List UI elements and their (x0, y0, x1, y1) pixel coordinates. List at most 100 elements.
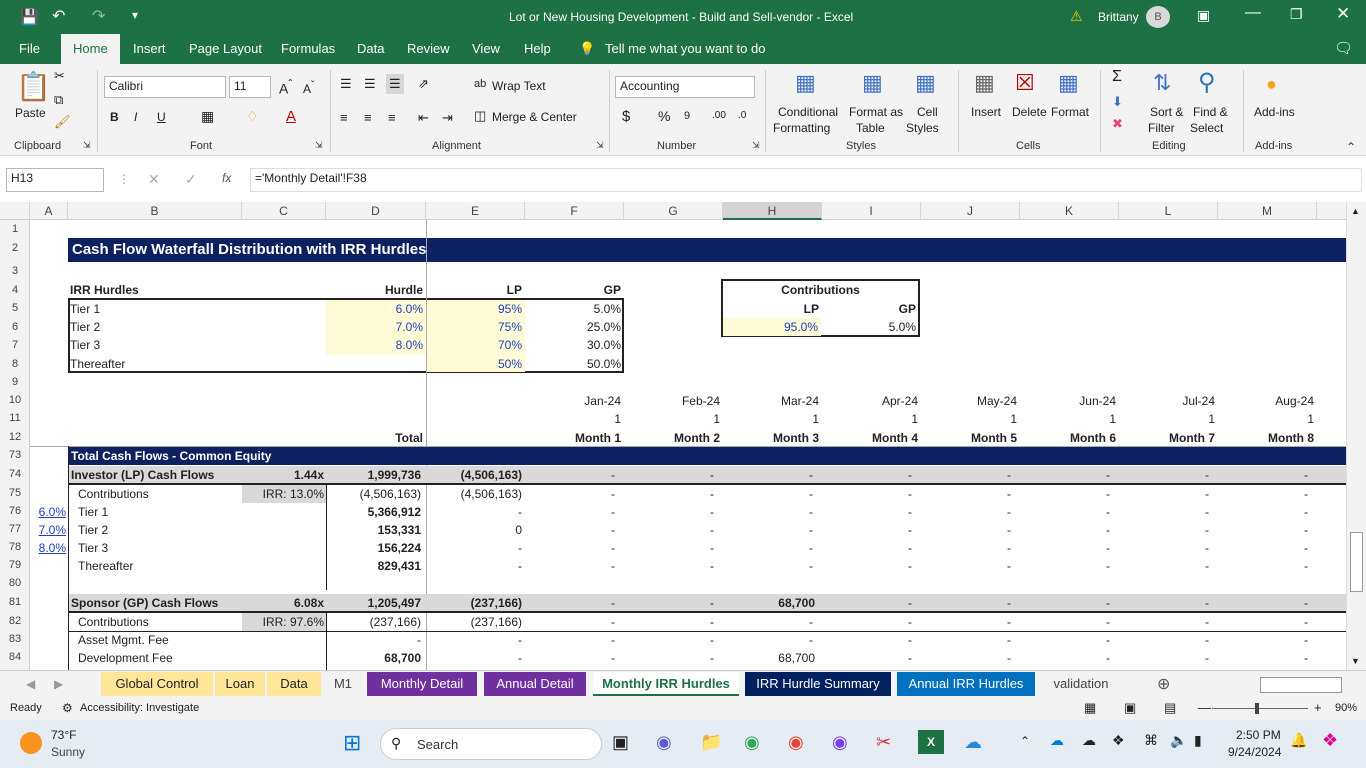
row-header[interactable]: 75 (0, 487, 30, 499)
gp-row-month[interactable]: - (624, 631, 714, 649)
task-view-icon[interactable]: ▣ (612, 732, 629, 753)
lp-row-e[interactable]: - (426, 557, 522, 575)
row-header[interactable]: 80 (0, 577, 30, 589)
gp-row-label[interactable]: Development Fee (78, 649, 173, 667)
gp-row-month[interactable]: - (1020, 649, 1110, 667)
column-header[interactable]: D (326, 202, 426, 220)
hurdle-rate[interactable]: 7.0% (326, 318, 423, 336)
lp-row-month[interactable]: - (822, 503, 912, 521)
middle-align-icon[interactable]: ☰ (364, 76, 376, 92)
battery-icon[interactable]: ▮ (1194, 732, 1202, 749)
lp-row-month[interactable]: - (822, 557, 912, 575)
sort-filter-icon[interactable]: ⇅ (1153, 70, 1171, 96)
month-flag[interactable]: 1 (1218, 410, 1314, 428)
lp-row-month[interactable]: - (1020, 557, 1110, 575)
lp-row-month[interactable]: - (525, 521, 615, 539)
clock-time[interactable]: 2:50 PM (1236, 728, 1281, 742)
gp-row-label[interactable]: Asset Mgmt. Fee (78, 631, 169, 649)
paste-button[interactable]: Paste (15, 106, 46, 120)
column-header[interactable]: C (242, 202, 326, 220)
collapse-ribbon-icon[interactable]: ⌃ (1346, 140, 1356, 154)
gp-row-month[interactable]: - (921, 613, 1011, 631)
lp-row-e[interactable]: (4,506,163) (426, 485, 522, 503)
cancel-icon[interactable]: ✕ (148, 171, 160, 188)
tab-irr-hurdle-summary[interactable]: IRR Hurdle Summary (745, 672, 891, 696)
lp-row-month[interactable]: - (921, 521, 1011, 539)
gp-month[interactable]: - (1119, 594, 1209, 612)
currency-icon[interactable]: $ (622, 108, 630, 125)
gp-row-month[interactable]: - (1119, 613, 1209, 631)
row-header[interactable]: 77 (0, 523, 30, 535)
column-header[interactable]: F (525, 202, 624, 220)
lp-row-month[interactable]: - (525, 485, 615, 503)
row-header[interactable]: 12 (0, 431, 30, 443)
ribbon-display-icon[interactable]: ▣ (1197, 7, 1210, 24)
lp-row-month[interactable]: - (723, 539, 813, 557)
find-select-button[interactable]: Find & (1193, 105, 1228, 119)
cell-styles-label[interactable]: Styles (906, 121, 939, 135)
lp-month[interactable]: - (1218, 466, 1308, 484)
lp-row-month[interactable]: - (1020, 539, 1110, 557)
gp-row-month[interactable]: - (1218, 613, 1308, 631)
lp-month[interactable]: - (1020, 466, 1110, 484)
gp-row-month[interactable]: - (1119, 649, 1209, 667)
month-flag[interactable]: 1 (1119, 410, 1215, 428)
gp-row-month[interactable]: - (1119, 631, 1209, 649)
lp-total[interactable]: 1,999,736 (326, 466, 421, 484)
lp-row-month[interactable]: - (1020, 485, 1110, 503)
weather-icon[interactable] (20, 732, 42, 754)
fill-icon[interactable]: ⬇ (1112, 94, 1123, 110)
scroll-thumb[interactable] (1350, 532, 1363, 592)
font-size-select[interactable]: 11 (229, 76, 271, 98)
menu-data[interactable]: Data (357, 41, 384, 56)
row-header[interactable]: 10 (0, 394, 30, 406)
cloud-icon[interactable]: ☁ (1082, 732, 1096, 749)
clock-date[interactable]: 9/24/2024 (1228, 745, 1281, 759)
gp-month[interactable]: - (822, 594, 912, 612)
month-date[interactable]: Feb-24 (624, 392, 720, 410)
hurdle-gp[interactable]: 30.0% (525, 336, 621, 354)
hurdle-tier[interactable]: Tier 2 (70, 318, 100, 336)
add-sheet-icon[interactable]: ⊕ (1157, 674, 1170, 694)
tab-data[interactable]: Data (267, 672, 321, 696)
row-header[interactable]: 84 (0, 651, 30, 663)
lp-row-month[interactable]: - (1020, 521, 1110, 539)
format-painter-icon[interactable]: 🖌 (54, 114, 71, 130)
gp-row-month[interactable]: 68,700 (723, 649, 815, 667)
decrease-indent-icon[interactable]: ⇤ (418, 110, 429, 126)
delete-cells-icon[interactable]: ☒ (1015, 70, 1035, 96)
fill-color-icon[interactable]: ♢ (246, 108, 259, 125)
lp-row-total[interactable]: 5,366,912 (326, 503, 421, 521)
row-header[interactable]: 74 (0, 468, 30, 480)
column-header[interactable]: E (426, 202, 525, 220)
name-box[interactable]: H13 (6, 168, 104, 192)
align-right-icon[interactable]: ≡ (388, 110, 396, 125)
increase-font-icon[interactable]: Aˆ (279, 78, 292, 97)
lp-row-month[interactable]: - (1119, 485, 1209, 503)
month-flag[interactable]: 1 (525, 410, 621, 428)
conditional-formatting-button[interactable]: Conditional (778, 105, 838, 119)
lp-row-e[interactable]: 0 (426, 521, 522, 539)
month-date[interactable]: Jan-24 (525, 392, 621, 410)
month-date[interactable]: Mar-24 (723, 392, 819, 410)
lp-row-month[interactable]: - (921, 503, 1011, 521)
tab-annual-irr-hurdles[interactable]: Annual IRR Hurdles (897, 672, 1035, 696)
lp-row-month[interactable]: - (1218, 539, 1308, 557)
column-header[interactable]: I (822, 202, 921, 220)
month-flag[interactable]: 1 (723, 410, 819, 428)
lp-row-total[interactable]: (4,506,163) (326, 485, 421, 503)
gp-row-total[interactable]: (237,166) (326, 613, 421, 631)
menu-insert[interactable]: Insert (133, 41, 166, 56)
lp-month[interactable]: - (921, 466, 1011, 484)
lp-row-e[interactable]: - (426, 503, 522, 521)
start-icon[interactable]: ⊞ (343, 730, 361, 756)
lp-row-month[interactable]: - (1218, 503, 1308, 521)
wifi-icon[interactable]: ⌘ (1144, 732, 1158, 749)
increase-decimal-icon[interactable]: .00 (712, 110, 726, 121)
lp-row-month[interactable]: - (1218, 557, 1308, 575)
redo-icon[interactable]: ↷ (92, 6, 105, 26)
gp-irr[interactable]: IRR: 97.6% (242, 613, 324, 631)
column-header[interactable]: L (1119, 202, 1218, 220)
lp-row-label[interactable]: Tier 2 (78, 521, 108, 539)
gp-row-e[interactable]: - (426, 649, 522, 667)
